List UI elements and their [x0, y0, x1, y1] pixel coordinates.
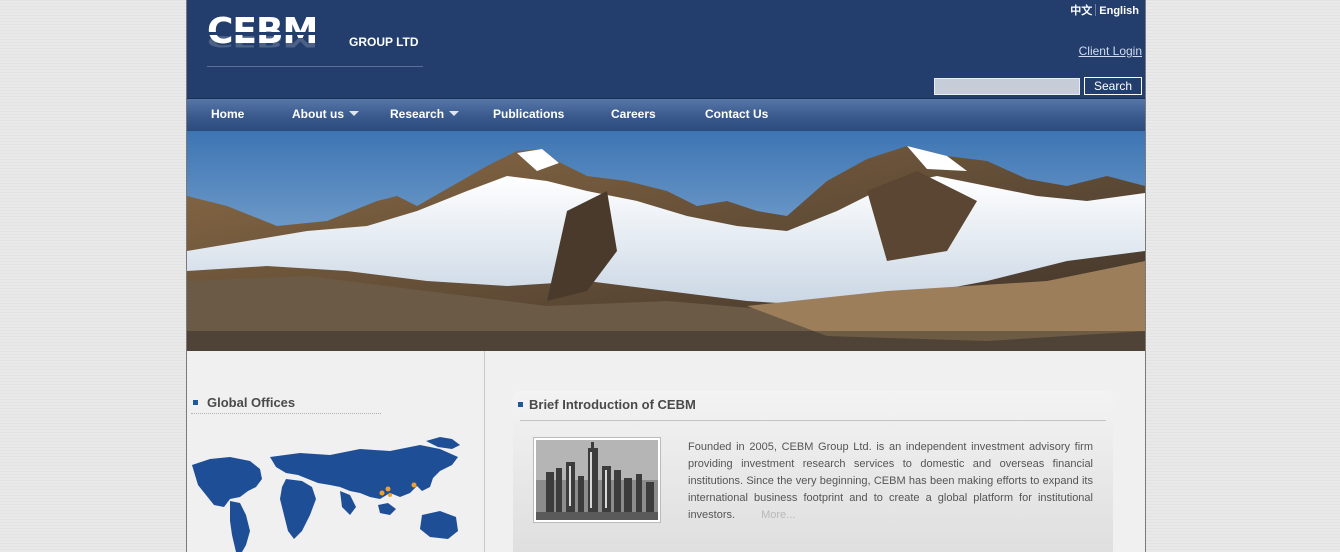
nav-item-home[interactable]: Home [211, 99, 244, 131]
nav-item-about-us[interactable]: About us [292, 99, 359, 131]
nav-label: About us [292, 107, 344, 121]
logo-underline [207, 66, 423, 67]
mountain-banner-image [187, 131, 1145, 351]
page-container: CEBM CEBM GROUP LTD 中文 English Client Log… [186, 0, 1146, 552]
main-nav: Home About us Research Publications Care… [187, 98, 1145, 131]
mountain-landscape-icon [187, 131, 1145, 351]
search-button[interactable]: Search [1084, 77, 1142, 95]
nav-label: Careers [611, 107, 656, 121]
nav-label: Home [211, 107, 245, 121]
global-offices-section: Global Offices [187, 351, 485, 552]
global-offices-title: Global Offices [193, 395, 295, 410]
nav-item-contact-us[interactable]: Contact Us [705, 99, 768, 131]
language-switcher: 中文 English [1067, 2, 1142, 18]
nav-item-publications[interactable]: Publications [493, 99, 564, 131]
intro-title: Brief Introduction of CEBM [518, 397, 696, 412]
city-skyline-icon [536, 440, 658, 520]
client-login-link[interactable]: Client Login [1079, 44, 1142, 58]
world-map-icon[interactable] [190, 435, 470, 552]
nav-item-careers[interactable]: Careers [611, 99, 656, 131]
chevron-down-icon [449, 111, 460, 116]
square-bullet-icon [518, 402, 523, 407]
city-skyline-image[interactable] [533, 437, 661, 523]
section-divider [520, 420, 1106, 421]
nav-label: Publications [493, 107, 565, 121]
section-divider [191, 413, 381, 414]
nav-label: Research [390, 107, 445, 121]
intro-paragraph: Founded in 2005, CEBM Group Ltd. is an i… [688, 439, 1093, 524]
logo-subtext: GROUP LTD [349, 35, 419, 49]
lang-english-link[interactable]: English [1096, 5, 1142, 17]
section-heading: Brief Introduction of CEBM [529, 397, 696, 412]
nav-label: Contact Us [705, 107, 769, 121]
lang-chinese-link[interactable]: 中文 [1067, 5, 1095, 17]
logo-reflection: CEBM [207, 32, 318, 51]
square-bullet-icon [193, 400, 198, 405]
nav-item-research[interactable]: Research [390, 99, 460, 131]
search-input[interactable] [934, 78, 1080, 95]
chevron-down-icon [349, 111, 359, 116]
intro-body: Founded in 2005, CEBM Group Ltd. is an i… [688, 441, 1093, 521]
cebm-logo[interactable]: CEBM CEBM GROUP LTD [207, 12, 427, 68]
site-header: CEBM CEBM GROUP LTD 中文 English Client Log… [187, 0, 1145, 98]
section-heading: Global Offices [207, 395, 296, 410]
more-link[interactable]: More... [761, 509, 795, 521]
